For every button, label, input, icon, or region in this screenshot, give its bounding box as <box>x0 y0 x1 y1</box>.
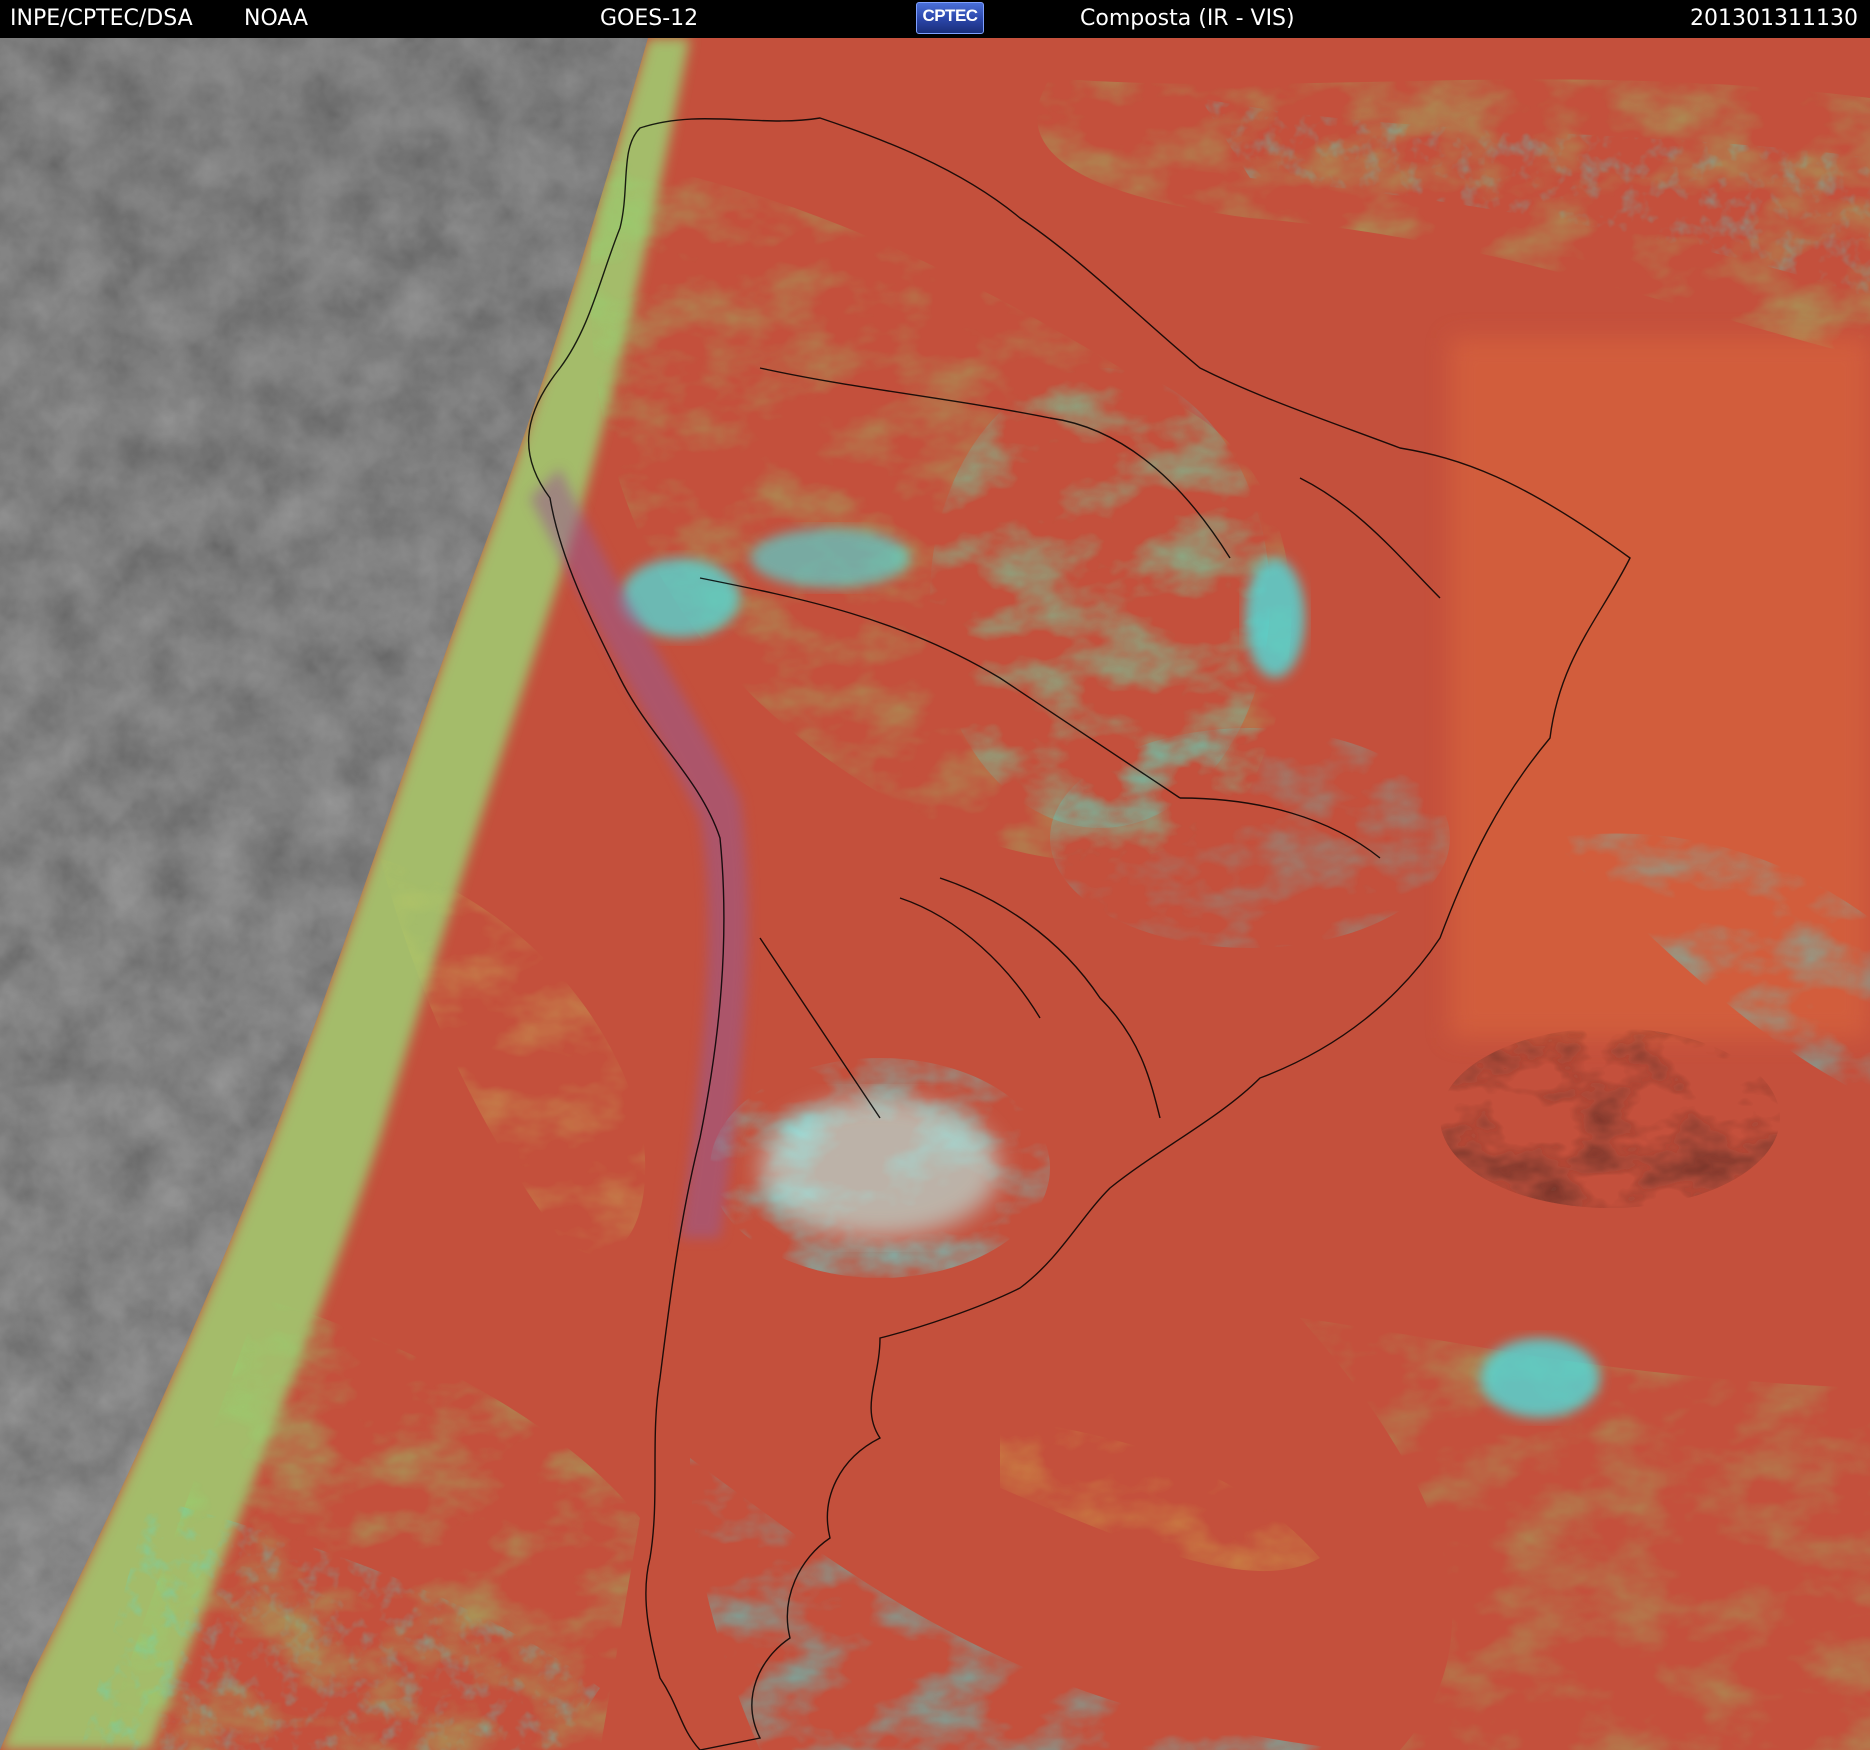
logo-text: CPTEC <box>922 6 978 25</box>
partner-label: NOAA <box>244 6 309 31</box>
satellite-composite-map <box>0 38 1870 1750</box>
agency-label: INPE/CPTEC/DSA <box>10 6 193 31</box>
satellite-label: GOES-12 <box>600 6 699 31</box>
cptec-logo: CPTEC <box>916 2 984 34</box>
timestamp-label: 201301311130 <box>1690 6 1858 31</box>
image-header: INPE/CPTEC/DSA NOAA GOES-12 CPTEC Compos… <box>0 0 1870 38</box>
product-label: Composta (IR - VIS) <box>1080 6 1295 31</box>
